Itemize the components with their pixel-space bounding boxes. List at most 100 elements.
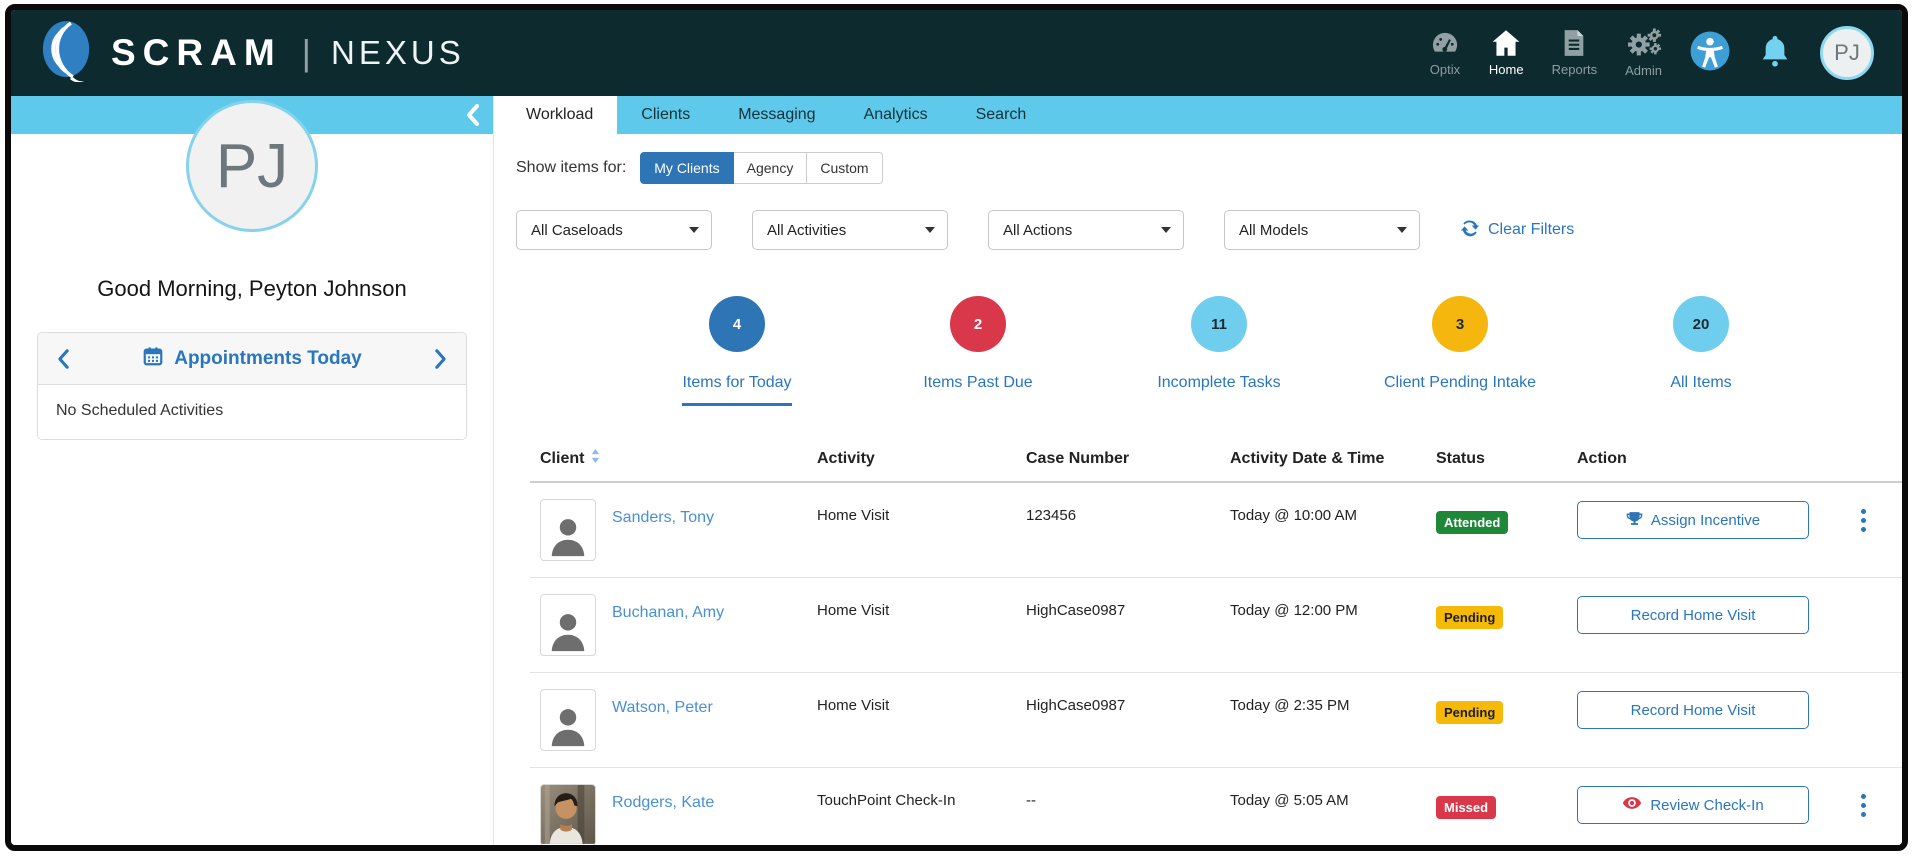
nav-item-optix[interactable]: Optix bbox=[1429, 29, 1461, 77]
reports-document-icon bbox=[1561, 29, 1587, 60]
review-check-in-button[interactable]: Review Check-In bbox=[1577, 786, 1809, 824]
nav-item-reports[interactable]: Reports bbox=[1552, 29, 1598, 77]
summary-items-past-due[interactable]: 2 Items Past Due bbox=[875, 296, 1081, 406]
accessibility-icon[interactable] bbox=[1690, 31, 1730, 76]
user-avatar[interactable]: PJ bbox=[1820, 26, 1874, 80]
caret-down-icon bbox=[925, 227, 935, 233]
nav-item-label: Admin bbox=[1625, 64, 1662, 78]
nav-item-admin[interactable]: Admin bbox=[1625, 28, 1662, 78]
summary-incomplete-tasks[interactable]: 11 Incomplete Tasks bbox=[1116, 296, 1322, 406]
summary-all-items[interactable]: 20 All Items bbox=[1598, 296, 1804, 406]
sidebar-collapse-chevron-icon[interactable] bbox=[465, 103, 481, 132]
appointments-empty-message: No Scheduled Activities bbox=[38, 385, 466, 439]
assign-incentive-button[interactable]: Assign Incentive bbox=[1577, 501, 1809, 539]
activity-cell: Home Visit bbox=[817, 499, 1026, 524]
client-avatar bbox=[540, 689, 596, 751]
table-row: Rodgers, Kate TouchPoint Check-In -- Tod… bbox=[530, 768, 1908, 851]
brand-divider: | bbox=[302, 32, 311, 74]
summary-client-pending-intake[interactable]: 3 Client Pending Intake bbox=[1357, 296, 1563, 406]
brand-name: SCRAM bbox=[111, 32, 282, 74]
admin-gears-icon bbox=[1626, 28, 1662, 61]
table-row: Buchanan, Amy Home Visit HighCase0987 To… bbox=[530, 578, 1908, 673]
record-home-visit-button[interactable]: Record Home Visit bbox=[1577, 596, 1809, 634]
actions-select[interactable]: All Actions bbox=[988, 210, 1184, 250]
content-area: Workload Clients Messaging Analytics Sea… bbox=[494, 96, 1908, 845]
caret-down-icon bbox=[1397, 227, 1407, 233]
client-name-link[interactable]: Buchanan, Amy bbox=[612, 594, 724, 656]
record-home-visit-button[interactable]: Record Home Visit bbox=[1577, 691, 1809, 729]
row-menu-kebab-icon[interactable] bbox=[1854, 784, 1872, 817]
appointments-prev-chevron-icon[interactable] bbox=[56, 348, 71, 370]
column-header-client[interactable]: Client bbox=[540, 448, 817, 469]
caseloads-select[interactable]: All Caseloads bbox=[516, 210, 712, 250]
date-time-cell: Today @ 2:35 PM bbox=[1230, 689, 1436, 714]
refresh-icon bbox=[1460, 218, 1480, 243]
tab-workload[interactable]: Workload bbox=[502, 96, 617, 134]
appointments-next-chevron-icon[interactable] bbox=[433, 348, 448, 370]
summary-count-badge: 4 bbox=[709, 296, 765, 352]
nav-item-label: Home bbox=[1489, 63, 1524, 77]
client-name-link[interactable]: Rodgers, Kate bbox=[612, 784, 714, 846]
date-time-cell: Today @ 12:00 PM bbox=[1230, 594, 1436, 619]
case-number-cell: -- bbox=[1026, 784, 1230, 809]
tab-bar: Workload Clients Messaging Analytics Sea… bbox=[494, 96, 1908, 134]
status-badge: Attended bbox=[1436, 511, 1508, 534]
client-name-link[interactable]: Watson, Peter bbox=[612, 689, 713, 751]
scope-button-group: My Clients Agency Custom bbox=[640, 152, 882, 184]
date-time-cell: Today @ 5:05 AM bbox=[1230, 784, 1436, 809]
scope-custom-button[interactable]: Custom bbox=[807, 152, 882, 184]
navbar-actions: Optix Home bbox=[1429, 26, 1874, 80]
date-time-cell: Today @ 10:00 AM bbox=[1230, 499, 1436, 524]
nav-item-label: Optix bbox=[1430, 63, 1460, 77]
status-badge: Pending bbox=[1436, 606, 1503, 629]
sidebar: PJ Good Morning, Peyton Johnson bbox=[11, 96, 494, 845]
appointments-header: Appointments Today bbox=[38, 333, 466, 385]
workload-panel: Show items for: My Clients Agency Custom… bbox=[494, 134, 1908, 851]
appointments-card: Appointments Today No Scheduled Activiti… bbox=[37, 332, 467, 440]
brand-logo: SCRAM | NEXUS bbox=[41, 20, 465, 87]
tab-clients[interactable]: Clients bbox=[617, 96, 714, 134]
workload-table: Client Activity Case Number Activity Dat… bbox=[530, 448, 1908, 851]
brand-product: NEXUS bbox=[331, 34, 465, 72]
status-badge: Missed bbox=[1436, 796, 1496, 819]
summary-count-badge: 3 bbox=[1432, 296, 1488, 352]
show-items-row: Show items for: My Clients Agency Custom bbox=[516, 152, 1908, 184]
filter-row: All Caseloads All Activities All Actions… bbox=[516, 210, 1908, 250]
caret-down-icon bbox=[689, 227, 699, 233]
profile-initials: PJ bbox=[216, 131, 288, 202]
tab-search[interactable]: Search bbox=[952, 96, 1051, 134]
row-menu-kebab-icon[interactable] bbox=[1854, 499, 1872, 532]
client-name-link[interactable]: Sanders, Tony bbox=[612, 499, 714, 561]
activities-select[interactable]: All Activities bbox=[752, 210, 948, 250]
client-avatar-photo bbox=[540, 784, 596, 846]
home-icon bbox=[1490, 29, 1522, 60]
nav-item-label: Reports bbox=[1552, 63, 1598, 77]
summary-count-badge: 2 bbox=[950, 296, 1006, 352]
summary-count-badge: 20 bbox=[1673, 296, 1729, 352]
sort-arrows-icon[interactable] bbox=[590, 448, 601, 469]
nav-item-home[interactable]: Home bbox=[1489, 29, 1524, 77]
client-avatar bbox=[540, 499, 596, 561]
models-select[interactable]: All Models bbox=[1224, 210, 1420, 250]
column-header-status: Status bbox=[1436, 448, 1577, 469]
trophy-icon bbox=[1626, 510, 1643, 531]
case-number-cell: HighCase0987 bbox=[1026, 689, 1230, 714]
activity-cell: Home Visit bbox=[817, 689, 1026, 714]
top-navbar: SCRAM | NEXUS Optix bbox=[11, 10, 1902, 96]
bell-icon[interactable] bbox=[1758, 33, 1792, 74]
clear-filters-link[interactable]: Clear Filters bbox=[1460, 218, 1574, 243]
column-header-case-number: Case Number bbox=[1026, 448, 1230, 469]
scope-agency-button[interactable]: Agency bbox=[734, 152, 808, 184]
tab-messaging[interactable]: Messaging bbox=[714, 96, 839, 134]
scram-swoosh-icon bbox=[41, 20, 93, 87]
column-header-date-time: Activity Date & Time bbox=[1230, 448, 1436, 469]
scope-my-clients-button[interactable]: My Clients bbox=[640, 152, 733, 184]
table-row: Sanders, Tony Home Visit 123456 Today @ … bbox=[530, 483, 1908, 578]
calendar-icon bbox=[142, 345, 164, 372]
activity-cell: Home Visit bbox=[817, 594, 1026, 619]
summary-items-for-today[interactable]: 4 Items for Today bbox=[634, 296, 840, 406]
summary-row: 4 Items for Today 2 Items Past Due 11 In… bbox=[634, 296, 1804, 406]
client-avatar bbox=[540, 594, 596, 656]
greeting-text: Good Morning, Peyton Johnson bbox=[11, 276, 493, 302]
tab-analytics[interactable]: Analytics bbox=[840, 96, 952, 134]
